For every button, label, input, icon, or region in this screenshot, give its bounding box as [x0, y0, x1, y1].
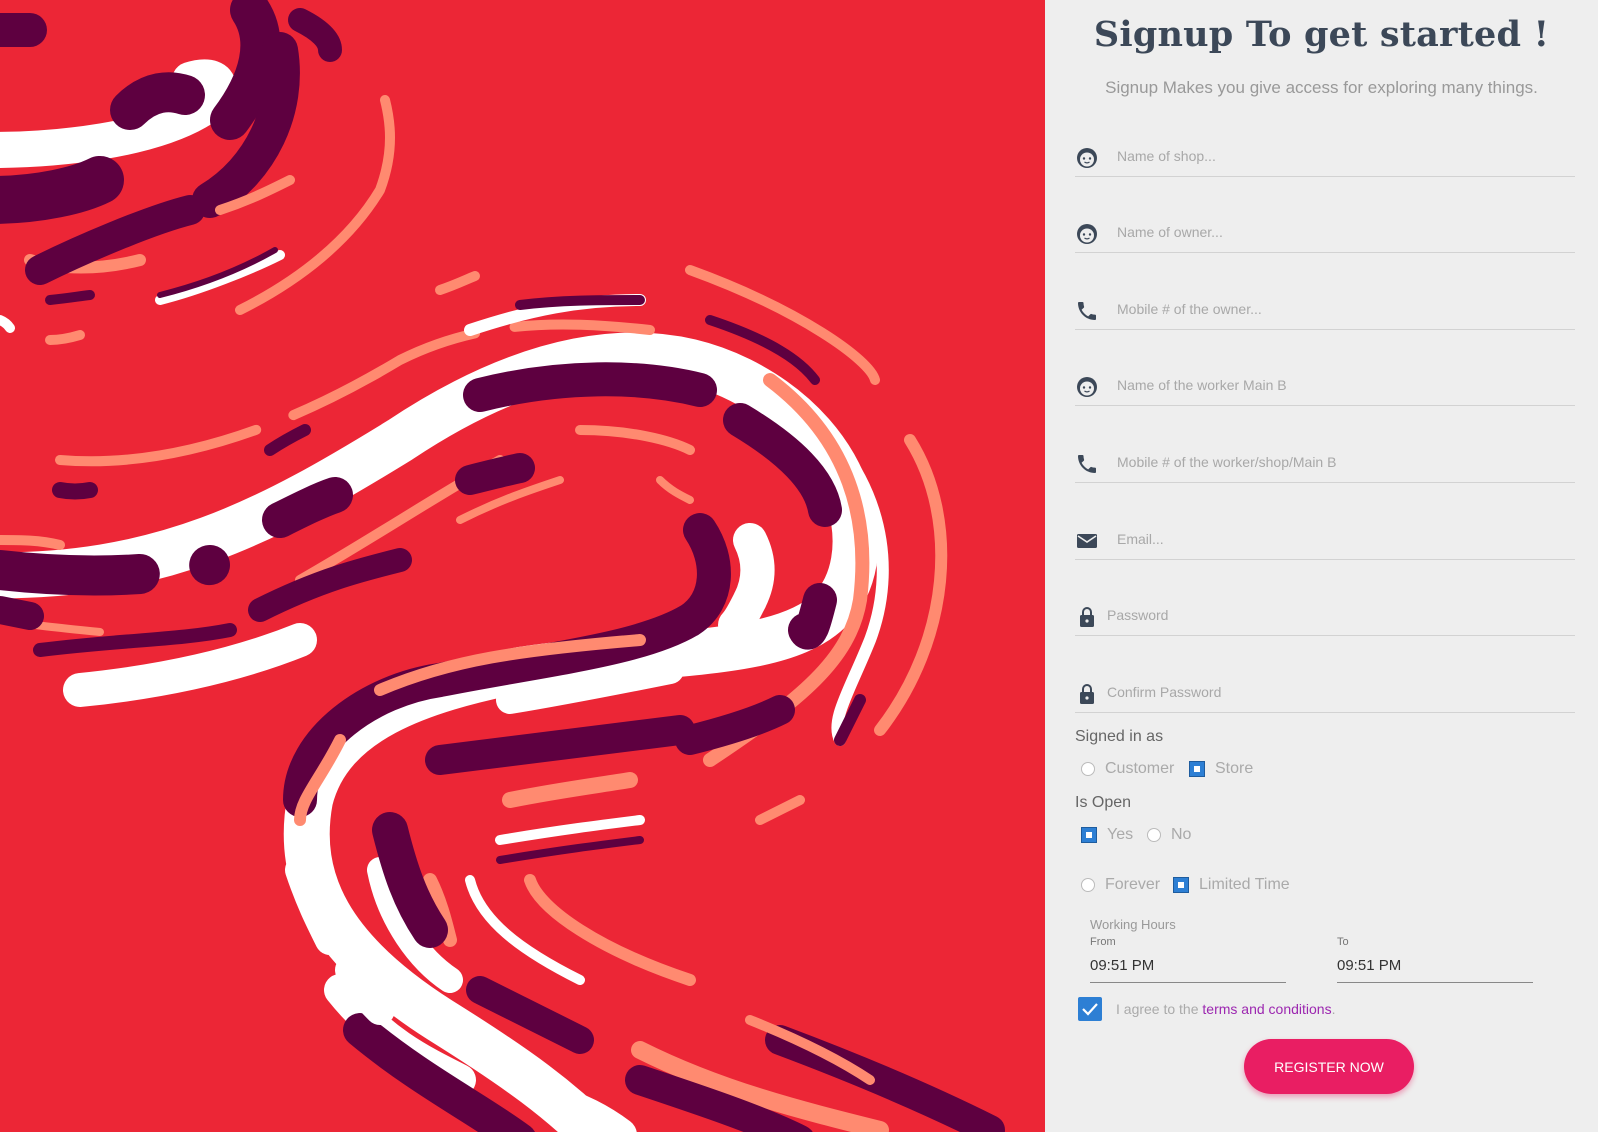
face-icon [1077, 377, 1097, 397]
signed-in-as-label: Signed in as [1075, 728, 1164, 745]
signup-panel: Signup To get started ! Signup Makes you… [1045, 0, 1598, 1132]
mail-icon [1077, 534, 1097, 548]
confirm-password-input[interactable] [1107, 674, 1557, 710]
decorative-illustration [0, 0, 1045, 1132]
phone-icon [1078, 302, 1096, 320]
radio-no[interactable]: No [1147, 826, 1191, 844]
radio-yes-label: Yes [1107, 826, 1134, 843]
shop-name-input[interactable] [1117, 138, 1567, 174]
radio-forever[interactable]: Forever [1081, 876, 1160, 894]
owner-mobile-field [1075, 291, 1575, 330]
radio-limited-time-label: Limited Time [1199, 876, 1290, 893]
signup-page: Signup To get started ! Signup Makes you… [0, 0, 1598, 1132]
email-field [1075, 521, 1575, 560]
terms-suffix: . [1331, 1001, 1336, 1017]
worker-name-input[interactable] [1117, 367, 1567, 403]
radio-customer-label: Customer [1105, 760, 1175, 777]
register-button[interactable]: REGISTER NOW [1244, 1039, 1414, 1094]
lock-icon [1080, 607, 1094, 627]
from-label: From [1090, 936, 1116, 948]
radio-checked-icon [1081, 827, 1097, 843]
face-icon [1077, 148, 1097, 168]
working-hours-label: Working Hours [1090, 917, 1176, 932]
owner-mobile-input[interactable] [1117, 291, 1567, 327]
owner-name-field [1075, 214, 1575, 253]
terms-checkbox[interactable] [1078, 997, 1102, 1021]
email-input[interactable] [1117, 521, 1567, 557]
radio-checked-icon [1189, 761, 1205, 777]
terms-prefix: I agree to the [1116, 1001, 1203, 1017]
radio-checked-icon [1173, 877, 1189, 893]
phone-icon [1078, 455, 1096, 473]
radio-forever-label: Forever [1105, 876, 1161, 893]
page-subtitle: Signup Makes you give access for explori… [1105, 78, 1538, 97]
swirl-artwork [0, 0, 1045, 1132]
to-time-field[interactable]: 09:51 PM [1337, 952, 1533, 983]
radio-no-label: No [1171, 826, 1192, 843]
radio-customer[interactable]: Customer [1081, 760, 1174, 778]
radio-unchecked-icon [1081, 878, 1095, 892]
radio-store[interactable]: Store [1189, 760, 1253, 778]
password-field [1075, 597, 1575, 636]
radio-unchecked-icon [1147, 828, 1161, 842]
terms-link[interactable]: terms and conditions [1202, 1001, 1331, 1017]
owner-name-input[interactable] [1117, 214, 1567, 250]
lock-icon [1080, 684, 1094, 704]
is-open-label: Is Open [1075, 794, 1132, 811]
radio-unchecked-icon [1081, 762, 1095, 776]
radio-yes[interactable]: Yes [1081, 826, 1133, 844]
checkmark-icon [1082, 1003, 1098, 1016]
terms-text: I agree to the terms and conditions. [1116, 1001, 1335, 1017]
shop-name-field [1075, 138, 1575, 177]
worker-name-field [1075, 367, 1575, 406]
radio-limited-time[interactable]: Limited Time [1173, 876, 1290, 894]
to-label: To [1337, 936, 1349, 948]
radio-store-label: Store [1215, 760, 1254, 777]
password-input[interactable] [1107, 597, 1557, 633]
page-title: Signup To get started ! [1093, 14, 1550, 55]
worker-mobile-input[interactable] [1117, 444, 1567, 480]
worker-mobile-field [1075, 444, 1575, 483]
face-icon [1077, 224, 1097, 244]
from-time-field[interactable]: 09:51 PM [1090, 952, 1286, 983]
confirm-password-field [1075, 674, 1575, 713]
